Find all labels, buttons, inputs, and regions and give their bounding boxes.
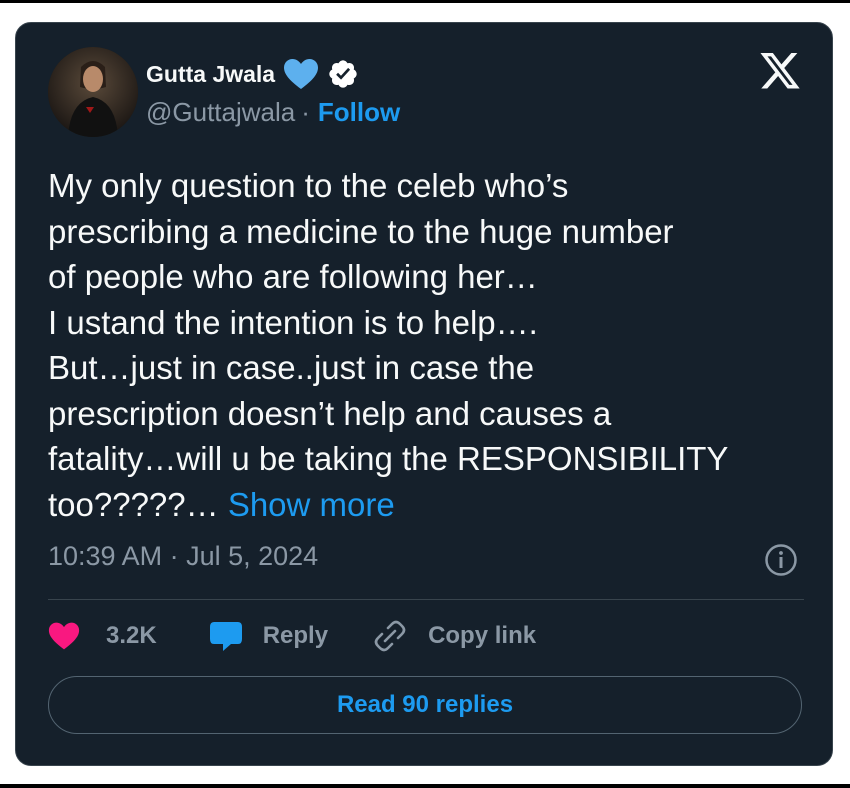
tweet-line-last: too?????… Show more xyxy=(48,482,808,528)
timestamp[interactable]: 10:39 AM · Jul 5, 2024 xyxy=(48,541,318,572)
tweet-line: prescribing a medicine to the huge numbe… xyxy=(48,212,674,250)
tweet-line: My only question to the celeb who’s xyxy=(48,167,569,204)
separator-dot: · xyxy=(301,97,310,127)
bottom-border xyxy=(0,784,850,788)
info-icon[interactable] xyxy=(764,543,798,577)
follow-button[interactable]: Follow xyxy=(318,97,400,128)
avatar[interactable] xyxy=(48,47,138,137)
action-bar: 3.2K Reply Copy link xyxy=(48,616,536,656)
top-border xyxy=(0,0,850,3)
reply-bubble-icon xyxy=(209,622,242,651)
copy-link-button[interactable]: Copy link xyxy=(374,620,536,652)
reply-button[interactable]: Reply xyxy=(209,619,328,653)
link-icon xyxy=(374,620,406,652)
tweet-line: I ustand the intention is to help…. xyxy=(48,303,538,341)
copy-link-label: Copy link xyxy=(428,622,537,649)
divider xyxy=(48,599,804,600)
tweet-line: too?????… xyxy=(48,485,219,523)
tweet-line: prescription doesn’t help and causes a xyxy=(48,394,612,432)
tweet-line: fatality…will u be taking the RESPONSIBI… xyxy=(48,440,729,477)
verified-badge-icon xyxy=(329,60,357,88)
avatar-image xyxy=(48,47,138,137)
tweet-line: But…just in case..just in case the xyxy=(48,349,535,386)
author-name-row: Gutta Jwala xyxy=(146,57,359,91)
blue-heart-icon xyxy=(284,59,319,89)
author-name[interactable]: Gutta Jwala xyxy=(146,61,275,88)
x-logo-icon[interactable] xyxy=(758,53,802,93)
like-count: 3.2K xyxy=(106,622,157,649)
tweet-card: Gutta Jwala @Guttajwala · Follow My only… xyxy=(15,22,833,766)
tweet-text: My only question to the celeb who’s pres… xyxy=(48,163,808,527)
reply-label: Reply xyxy=(262,622,329,649)
author-handle[interactable]: @Guttajwala xyxy=(146,97,295,128)
like-button[interactable]: 3.2K xyxy=(48,621,157,651)
tweet-line: of people who are following her… xyxy=(48,258,538,295)
author-handle-row: @Guttajwala · Follow xyxy=(146,97,400,128)
show-more-link[interactable]: Show more xyxy=(228,486,395,523)
read-replies-label: Read 90 replies xyxy=(336,691,514,718)
heart-icon xyxy=(48,622,80,650)
read-replies-button[interactable]: Read 90 replies xyxy=(48,676,802,734)
